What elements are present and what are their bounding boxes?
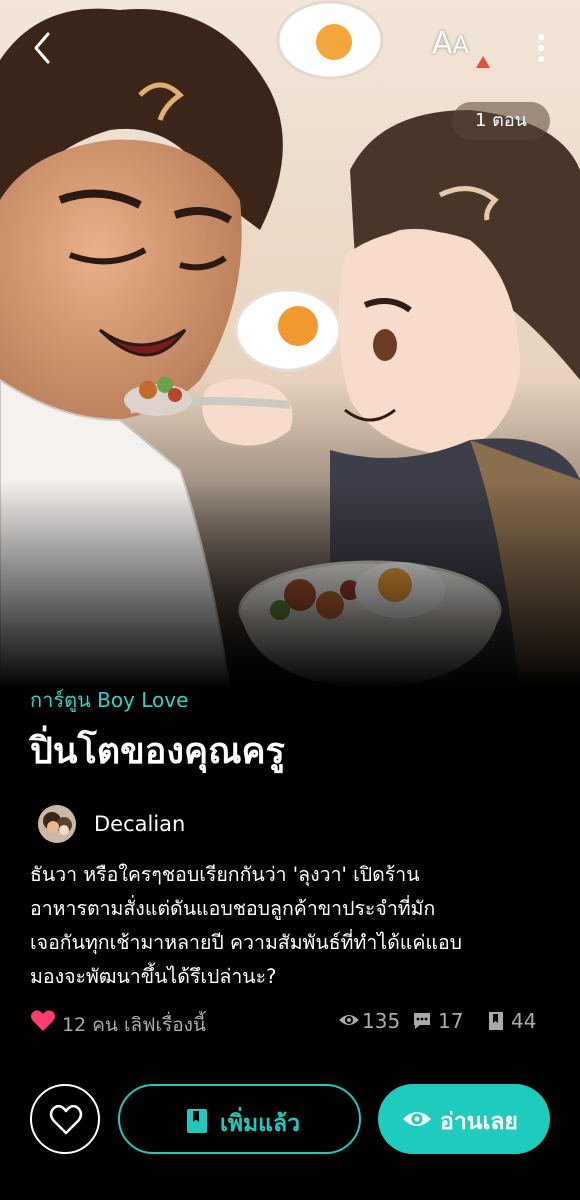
more-vertical-icon [538,34,544,62]
font-size-button[interactable]: AA [432,26,492,70]
author-avatar [38,805,76,843]
font-size-icon: AA [432,26,469,61]
back-arrow-icon [34,32,50,64]
description-line: มองจะพัฒนาขึ้นได้รึเปล่านะ? [30,965,277,988]
heart-filled-icon [31,1010,55,1031]
chapters-count: 44 [511,1009,537,1033]
likes-text: 12 คน เลิฟเรื่องนี้ [62,1014,206,1036]
genre-label[interactable]: การ์ตูน Boy Love [30,684,188,716]
story-title: ปิ่นโตของคุณครู [30,731,285,772]
eye-icon [339,1015,359,1025]
comment-icon [414,1013,430,1029]
library-button-label: เพิ่มแล้ว [220,1111,301,1137]
add-to-library-button[interactable]: เพิ่มแล้ว [118,1084,361,1154]
description-line: เจอกันทุกเช้ามาหลายปี ความสัมพันธ์ที่ทำไ… [30,931,463,954]
description-line: อาหารตามสั่งแต่ดันแอบชอบลูกค้าขาประจำที่… [30,897,436,920]
read-button-label: อ่านเลย [440,1109,518,1135]
heart-outline-icon [49,1104,83,1135]
read-now-button[interactable]: อ่านเลย [378,1084,550,1154]
top-bar: AA [0,0,580,96]
description-line: ธันวา หรือใครๆชอบเรียกกันว่า 'ลุงวา' เปิ… [30,863,420,886]
book-icon [187,1109,207,1133]
font-size-indicator [476,56,490,68]
back-button[interactable] [22,26,66,70]
eye-icon [403,1112,431,1126]
views-count: 135 [362,1009,401,1033]
episode-count-badge: 1 ตอน [452,102,550,140]
author-name[interactable]: Decalian [94,812,185,836]
author-row[interactable]: Decalian [38,805,338,845]
comments-count: 17 [438,1009,464,1033]
more-options-button[interactable] [526,30,556,70]
favorite-button[interactable] [30,1084,100,1154]
book-icon [489,1012,503,1030]
story-description: ธันวา หรือใครๆชอบเรียกกันว่า 'ลุงวา' เปิ… [30,858,560,994]
